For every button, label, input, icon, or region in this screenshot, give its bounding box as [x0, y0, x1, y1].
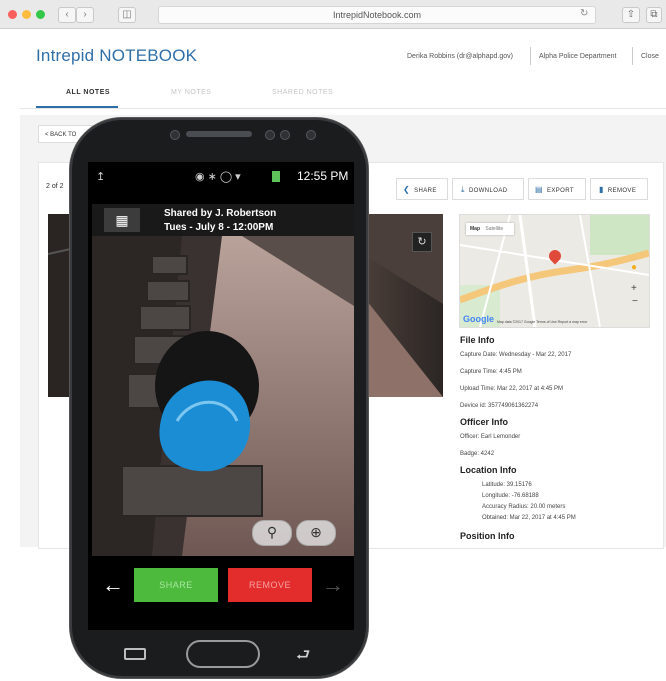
tabs-divider [20, 108, 666, 109]
reload-icon[interactable]: ↻ [580, 8, 588, 19]
location-info-heading: Location Info [460, 465, 517, 475]
badge-number: Badge: 4242 [460, 451, 495, 457]
download-button[interactable]: ⤓ DOWNLOAD [452, 178, 524, 200]
share-browser-icon[interactable]: ⇧ [622, 7, 640, 23]
export-label: EXPORT [546, 188, 574, 194]
phone-share-button[interactable]: SHARE [134, 568, 218, 602]
tabs-overview-icon[interactable]: ⧉ [646, 7, 662, 23]
sensor-icon [265, 130, 275, 140]
trash-icon: ▮ [599, 185, 604, 194]
upload-status-icon: ↥ [96, 171, 106, 183]
tab-all-notes[interactable]: ALL NOTES [66, 89, 110, 96]
zoom-out-map-icon[interactable]: − [632, 296, 638, 307]
map-tab-satellite[interactable]: Satellite [481, 226, 503, 232]
latitude: Latitude: 39.15176 [482, 482, 532, 488]
header-divider [632, 47, 633, 65]
map-type-toggle: Map Satellite [466, 223, 514, 235]
longitude: Longitude: -76.68188 [482, 493, 539, 499]
app-brand: Intrepid NOTEBOOK [36, 46, 198, 65]
sensor-icon [280, 130, 290, 140]
pegman-icon[interactable]: ● [631, 262, 637, 273]
phone-speaker [186, 131, 252, 137]
status-icons: ◉∗◯▾ [195, 171, 244, 183]
forward-nav-icon[interactable]: › [76, 7, 94, 23]
rotate-icon[interactable]: ↻ [412, 232, 432, 252]
download-label: DOWNLOAD [468, 188, 508, 194]
phone-remove-button[interactable]: REMOVE [228, 568, 312, 602]
obtained-time: Obtained: Mar 22, 2017 at 4:45 PM [482, 515, 576, 521]
share-label: SHARE [414, 188, 437, 194]
next-arrow-icon[interactable]: → [322, 572, 344, 598]
remove-button[interactable]: ▮ REMOVE [590, 178, 648, 200]
maximize-window-dot[interactable] [36, 10, 45, 19]
zoom-out-icon[interactable]: ⚲ [252, 520, 292, 546]
tab-my-notes[interactable]: MY NOTES [171, 89, 211, 96]
share-button[interactable]: ❮ SHARE [396, 178, 448, 200]
map-attribution: Map data ©2017 Google Terms of Use Repor… [497, 320, 588, 324]
export-icon: ▤ [535, 185, 543, 194]
file-info-heading: File Info [460, 335, 495, 345]
zoom-in-icon[interactable]: ⊕ [296, 520, 336, 546]
close-window-dot[interactable] [8, 10, 17, 19]
grid-menu-icon[interactable]: ▦ [104, 208, 140, 232]
pager-text: 2 of 2 [46, 183, 64, 190]
battery-icon [272, 171, 280, 182]
capture-time: Capture Time: 4:45 PM [460, 369, 522, 375]
menu-key-icon[interactable] [124, 648, 146, 660]
close-link[interactable]: Close [641, 53, 659, 60]
accuracy-radius: Accuracy Radius: 20.00 meters [482, 504, 566, 510]
minimize-window-dot[interactable] [22, 10, 31, 19]
share-icon: ❮ [403, 185, 411, 194]
upload-time: Upload Time: Mar 22, 2017 at 4:45 PM [460, 386, 564, 392]
back-key-icon[interactable]: ⮐ [296, 644, 310, 671]
sidebar-toggle-icon[interactable]: ◫ [118, 7, 136, 23]
shared-date-text: Tues - July 8 - 12:00PM [164, 222, 274, 233]
previous-arrow-icon[interactable]: ← [102, 572, 124, 598]
export-button[interactable]: ▤ EXPORT [528, 178, 586, 200]
back-nav-icon[interactable]: ‹ [58, 7, 76, 23]
position-info-heading: Position Info [460, 531, 515, 541]
phone-evidence-photo[interactable] [92, 236, 354, 556]
device-id: Device id: 357749061362274 [460, 403, 539, 409]
front-camera-icon [170, 130, 180, 140]
department-name: Alpha Police Department [539, 53, 617, 60]
map-tab-map[interactable]: Map [466, 226, 480, 232]
officer-name: Officer: Earl Lemonder [460, 434, 521, 440]
sensor-icon [306, 130, 316, 140]
tab-shared-notes[interactable]: SHARED NOTES [272, 89, 333, 96]
remove-label: REMOVE [607, 188, 637, 194]
google-logo: Google [463, 314, 494, 324]
download-icon: ⤓ [461, 185, 465, 194]
address-bar[interactable]: IntrepidNotebook.com [158, 6, 596, 24]
header-divider [530, 47, 531, 65]
shared-by-text: Shared by J. Robertson [164, 208, 277, 219]
home-button[interactable] [186, 640, 260, 668]
phone-clock: 12:55 PM [297, 169, 349, 183]
capture-date: Capture Date: Wednesday - Mar 22, 2017 [460, 352, 572, 358]
user-account[interactable]: Derika Robbins (dr@alphapd.gov) [407, 53, 513, 60]
officer-info-heading: Officer Info [460, 417, 509, 427]
zoom-in-map-icon[interactable]: + [631, 283, 637, 294]
phone-action-bar [88, 556, 354, 626]
